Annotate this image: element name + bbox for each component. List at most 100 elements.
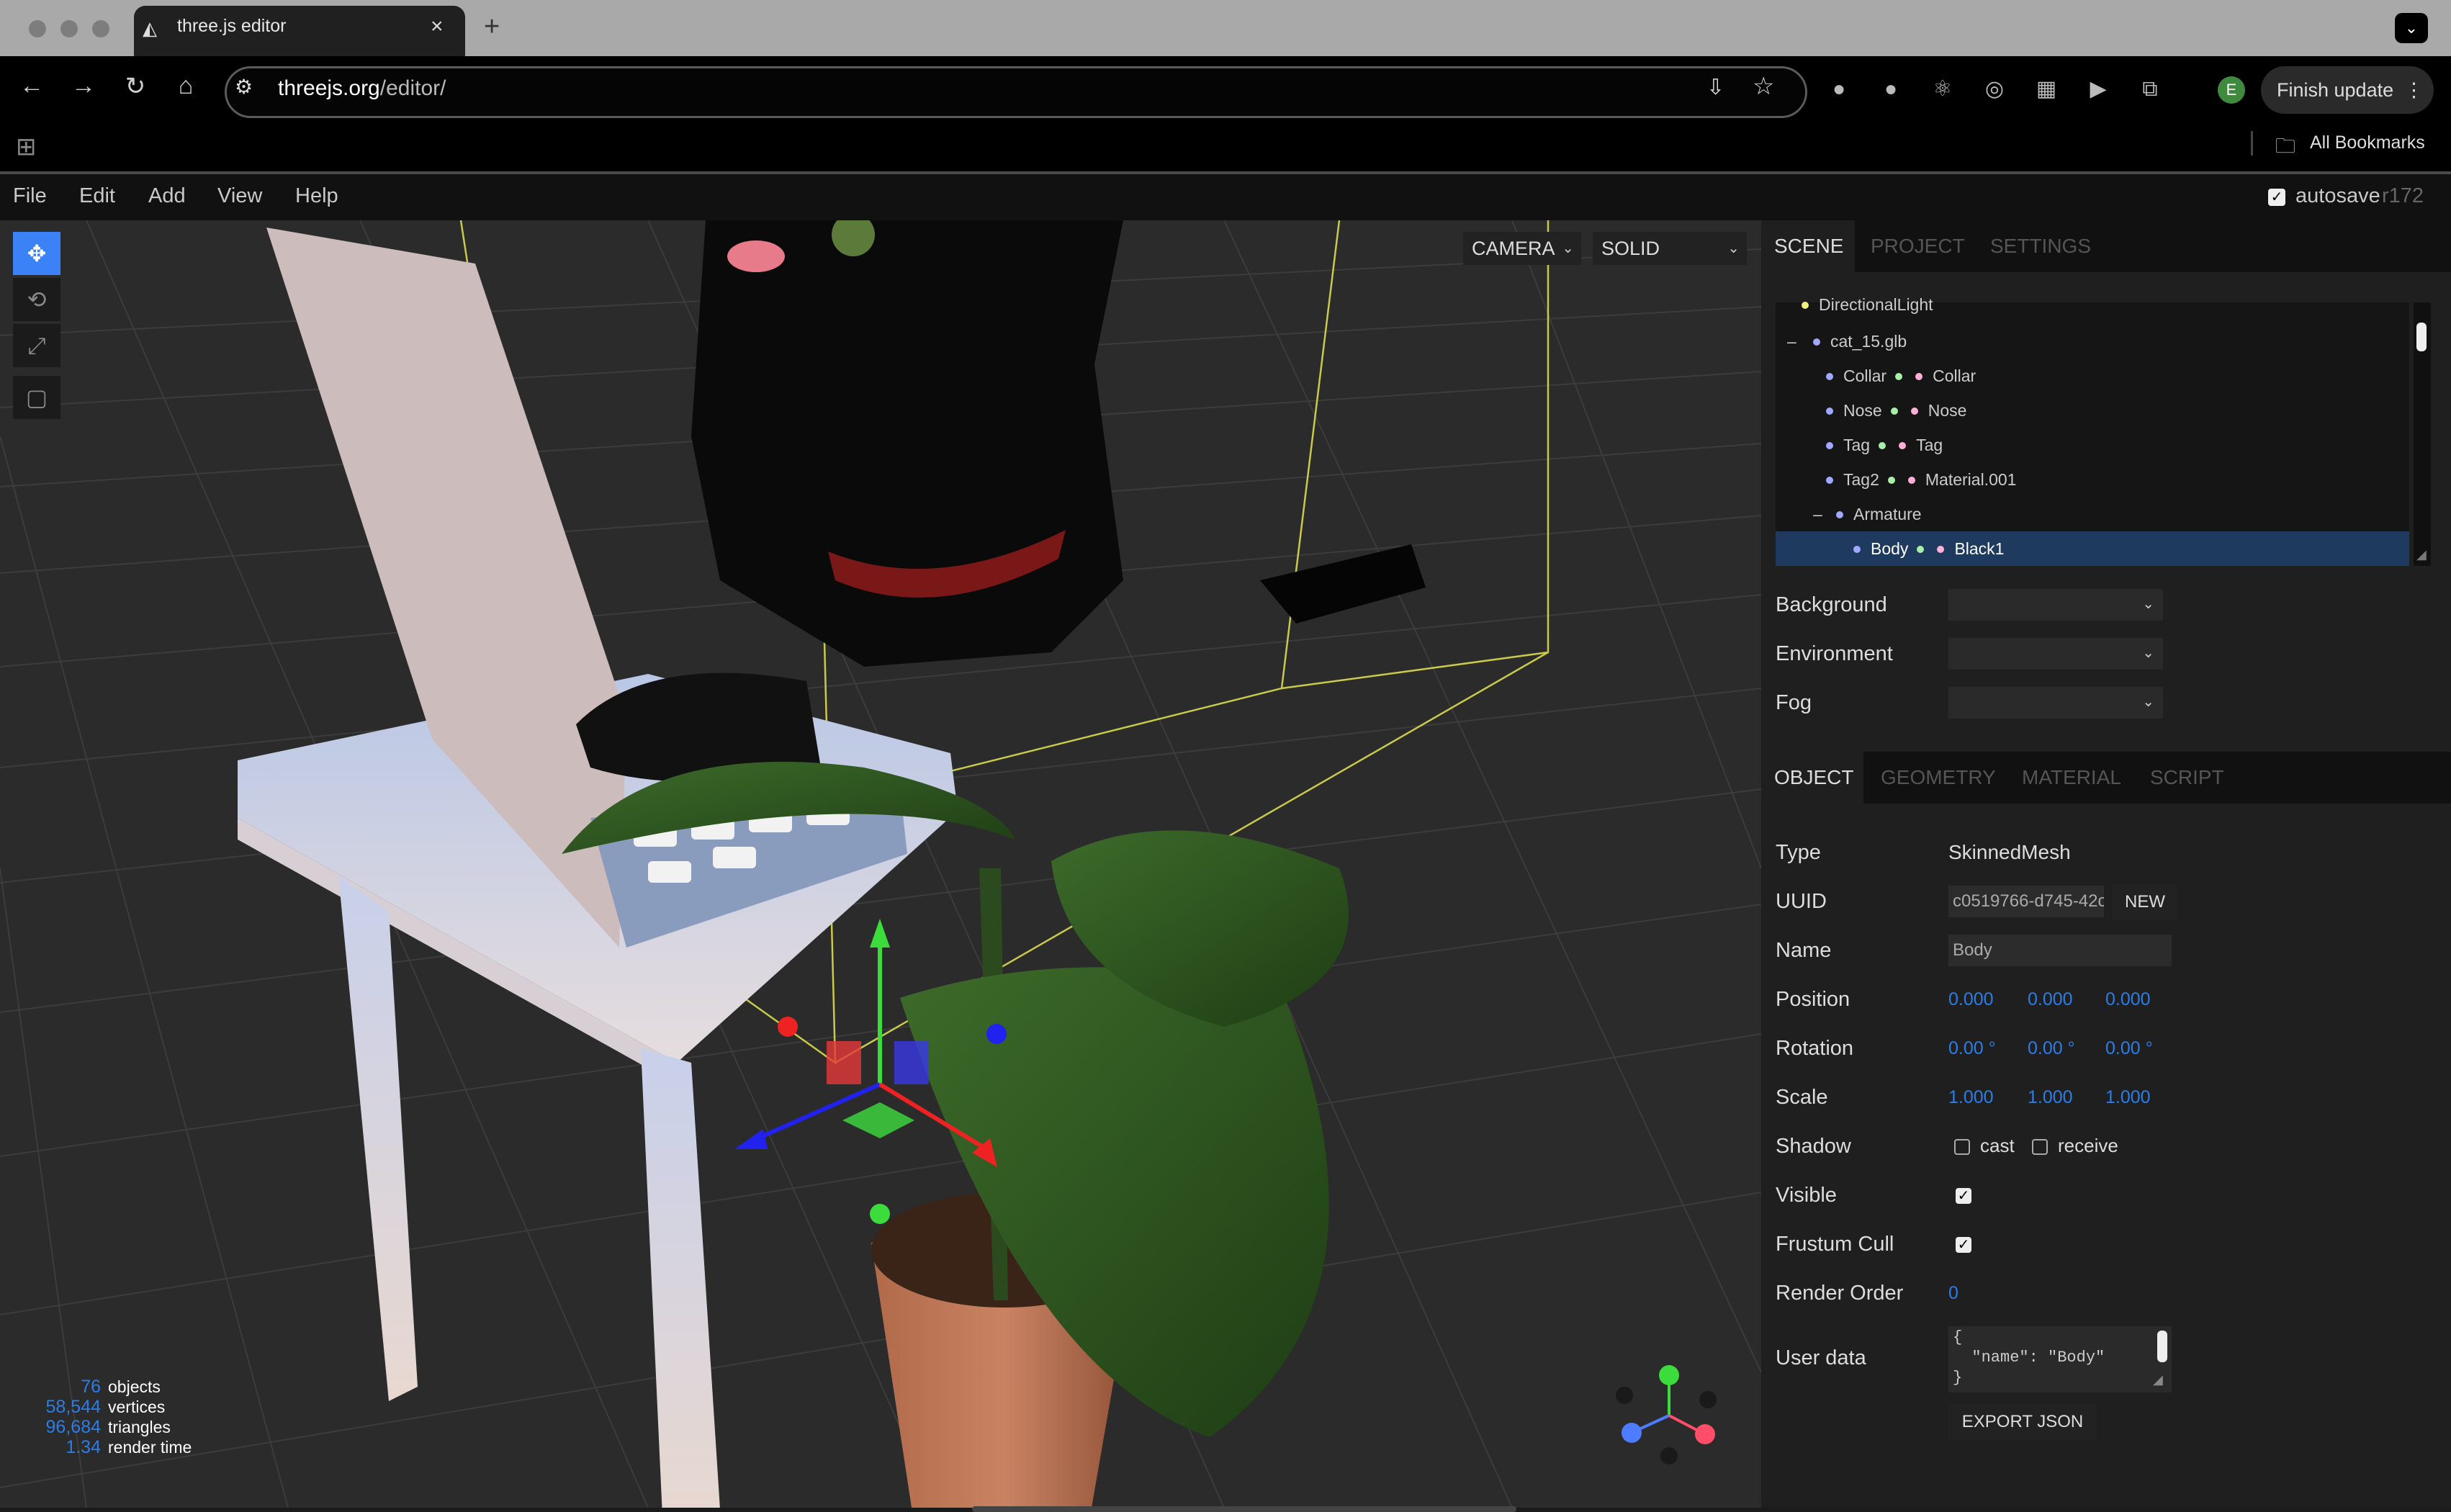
editor-menubar [0, 174, 2451, 220]
environment-select[interactable]: ⌄ [1948, 638, 2163, 670]
tab-project[interactable]: PROJECT [1871, 235, 1965, 258]
rotate-tool-button[interactable]: ⟲ [13, 278, 60, 321]
shading-select-value: SOLID [1601, 238, 1660, 259]
outliner-row[interactable]: DirectionalLight [1776, 292, 2409, 317]
profile-avatar[interactable]: E [2218, 76, 2245, 104]
rotation-y-input[interactable]: 0.00 ° [2028, 1038, 2075, 1059]
outliner-row[interactable]: – cat_15.glb [1776, 324, 2409, 359]
finish-update-button[interactable]: Finish update ⋮ [2261, 66, 2434, 114]
tab-scene[interactable]: SCENE [1774, 235, 1843, 258]
menu-edit[interactable]: Edit [79, 184, 115, 208]
rotation-x-input[interactable]: 0.00 ° [1948, 1038, 1996, 1059]
window-bottom-handle [972, 1506, 1516, 1512]
shadow-label: Shadow [1776, 1135, 1851, 1158]
media-extension-icon[interactable]: ▶ [2084, 75, 2113, 104]
tab-settings[interactable]: SETTINGS [1990, 235, 2091, 258]
sidebar-tabs [1761, 220, 2451, 272]
new-uuid-button[interactable]: NEW [2113, 884, 2177, 920]
menu-add[interactable]: Add [148, 184, 186, 208]
tab-script[interactable]: SCRIPT [2150, 766, 2224, 789]
new-tab-button[interactable]: + [484, 12, 500, 42]
autosave-checkbox[interactable]: ✓ [2268, 189, 2285, 206]
position-z-input[interactable]: 0.000 [2105, 989, 2151, 1010]
window-minimize-button[interactable] [60, 20, 78, 37]
menu-view[interactable]: View [217, 184, 262, 208]
outliner-row[interactable]: Collar Collar [1776, 359, 2451, 393]
outliner-row[interactable]: Nose Nose [1776, 393, 2451, 428]
translate-tool-button[interactable]: ✥ [13, 232, 60, 275]
visible-checkbox[interactable]: ✓ [1956, 1188, 1971, 1204]
tab-geometry[interactable]: GEOMETRY [1881, 766, 1996, 789]
outliner-row[interactable]: Tag Tag [1776, 428, 2451, 462]
url-text[interactable]: threejs.org/editor/ [278, 76, 446, 101]
render-order-input[interactable]: 0 [1948, 1283, 1958, 1304]
chart-extension-icon[interactable]: ▦ [2032, 75, 2061, 104]
fog-select[interactable]: ⌄ [1948, 687, 2163, 719]
extension-icon[interactable]: ● [1825, 75, 1853, 104]
frustum-cull-checkbox[interactable]: ✓ [1956, 1237, 1971, 1253]
scale-x-input[interactable]: 1.000 [1948, 1087, 1994, 1108]
kebab-menu-icon: ⋮ [2404, 79, 2424, 101]
menu-help[interactable]: Help [295, 184, 338, 208]
reload-icon[interactable]: ↻ [118, 72, 153, 101]
forward-arrow-icon[interactable]: → [66, 72, 101, 100]
folder-icon: 🗀 [2275, 135, 2296, 157]
uuid-field[interactable]: c0519766-d745-42c [1948, 886, 2104, 917]
cat-nose [727, 240, 785, 272]
menu-file[interactable]: File [13, 184, 47, 208]
export-json-button[interactable]: EXPORT JSON [1948, 1404, 2097, 1440]
atom-extension-icon[interactable]: ⚛ [1928, 75, 1957, 104]
bookmark-star-icon[interactable]: ☆ [1753, 72, 1774, 101]
site-settings-icon[interactable]: ⚙ [235, 75, 253, 99]
threejs-logo-icon: ◭ [143, 17, 157, 39]
receive-shadow-checkbox[interactable] [2032, 1139, 2048, 1155]
local-space-button[interactable]: ▢ [13, 376, 60, 419]
scale-tool-button[interactable]: ⤢ [13, 324, 60, 367]
extension-icon[interactable]: ● [1876, 75, 1905, 104]
scale-z-input[interactable]: 1.000 [2105, 1087, 2151, 1108]
collapse-toggle: – [1813, 505, 1822, 523]
address-bar[interactable] [225, 66, 1807, 118]
window-close-button[interactable] [29, 20, 46, 37]
tab-material[interactable]: MATERIAL [2022, 766, 2121, 789]
target-extension-icon[interactable]: ◎ [1980, 75, 2009, 104]
home-icon[interactable]: ⌂ [168, 72, 203, 100]
user-data-textarea[interactable]: { "name": "Body" } [1948, 1326, 2172, 1392]
resize-handle-icon[interactable]: ◢ [2416, 547, 2427, 562]
outliner-row[interactable]: Tag2 Material.001 [1776, 462, 2451, 497]
position-y-input[interactable]: 0.000 [2028, 989, 2073, 1010]
scale-y-input[interactable]: 1.000 [2028, 1087, 2073, 1108]
textarea-scroll-thumb[interactable] [2157, 1331, 2167, 1362]
puzzle-extensions-icon[interactable]: ⧉ [2136, 75, 2164, 104]
table-leg [338, 876, 418, 1401]
outliner-row-selected[interactable]: Body Black1 [1776, 531, 2409, 566]
background-label: Background [1776, 593, 1887, 616]
resize-handle-icon[interactable]: ◢ [2153, 1372, 2163, 1387]
tab-close-icon[interactable]: × [431, 14, 444, 39]
viewport[interactable] [0, 220, 1761, 1508]
move-icon: ✥ [27, 240, 47, 266]
position-x-input[interactable]: 0.000 [1948, 989, 1994, 1010]
finish-update-label: Finish update [2277, 79, 2394, 101]
collapse-toggle: – [1787, 332, 1796, 351]
outliner-row[interactable]: – Armature [1776, 497, 2447, 531]
all-bookmarks-link[interactable]: All Bookmarks [2310, 132, 2425, 153]
outliner-scroll-thumb[interactable] [2416, 323, 2427, 351]
apps-grid-icon[interactable]: ⊞ [16, 132, 37, 161]
shading-select[interactable]: SOLID ⌄ [1593, 232, 1747, 265]
camera-select[interactable]: CAMERA ⌄ [1463, 232, 1581, 265]
cast-shadow-checkbox[interactable] [1954, 1139, 1970, 1155]
tab-search-button[interactable]: ⌄ [2395, 13, 2428, 43]
tab-object[interactable]: OBJECT [1774, 766, 1853, 789]
background-select[interactable]: ⌄ [1948, 589, 2163, 621]
rotation-z-input[interactable]: 0.00 ° [2105, 1038, 2153, 1059]
install-app-icon[interactable]: ⇩ [1706, 75, 1724, 100]
view-orientation-helper[interactable] [1616, 1365, 1717, 1464]
back-arrow-icon[interactable]: ← [14, 72, 49, 100]
rotate-icon: ⟲ [27, 287, 47, 312]
info-objects: 76 objects [81, 1377, 161, 1397]
tab-title: three.js editor [177, 16, 287, 36]
scale-label: Scale [1776, 1086, 1828, 1109]
window-zoom-button[interactable] [92, 20, 109, 37]
name-field[interactable]: Body [1948, 935, 2172, 966]
